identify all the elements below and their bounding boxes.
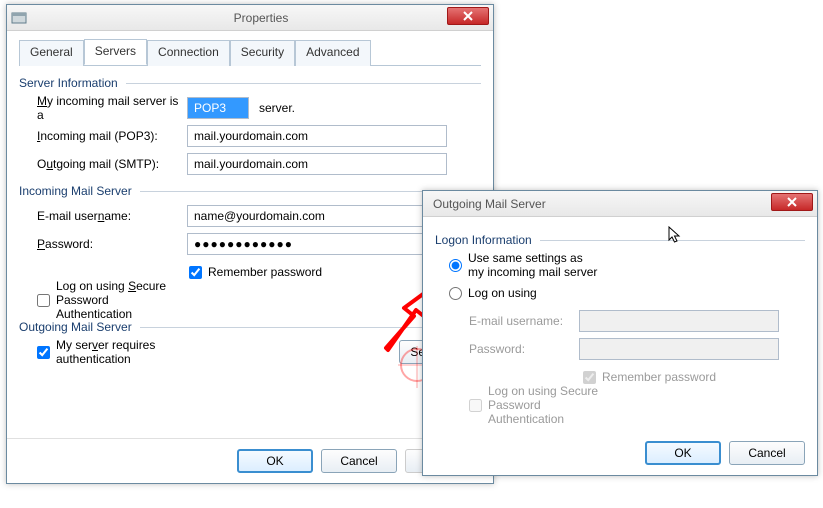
smtp-username-field [579,310,779,332]
spa-checkbox[interactable]: Log on using Secure Password Authenticat… [37,279,187,321]
auth-input[interactable] [37,346,50,359]
radio-same[interactable]: Use same settings as my incoming mail se… [449,251,599,279]
remember-password-checkbox[interactable]: Remember password [189,265,339,279]
username-label: E-mail username: [37,209,187,223]
smtp-dialog: Outgoing Mail Server Logon Information U… [422,190,818,476]
outgoing-field[interactable] [187,153,447,175]
smtp-spa-checkbox: Log on using Secure Password Authenticat… [469,384,619,426]
tab-strip: General Servers Connection Security Adva… [19,39,481,66]
incoming-type-suffix: server. [259,101,295,115]
tab-general[interactable]: General [19,40,84,66]
smtp-title: Outgoing Mail Server [427,197,813,211]
incoming-type-field[interactable] [187,97,249,119]
radio-logon-input[interactable] [449,287,462,300]
incoming-field[interactable] [187,125,447,147]
username-field[interactable] [187,205,447,227]
outgoing-label: Outgoing mail (SMTP): [37,157,187,171]
smtp-cancel-button[interactable]: Cancel [729,441,805,465]
close-icon [787,197,797,207]
properties-buttons: OK Cancel Apply [7,438,493,483]
smtp-close-button[interactable] [771,193,813,211]
smtp-remember-input [583,371,596,384]
smtp-remember-checkbox: Remember password [583,370,733,384]
smtp-buttons: OK Cancel [423,431,817,475]
smtp-password-label: Password: [469,342,579,356]
section-server-info-label: Server Information [19,76,118,90]
tab-connection[interactable]: Connection [147,40,230,66]
tab-servers[interactable]: Servers [84,39,147,65]
section-server-info: Server Information [19,76,481,90]
smtp-spa-input [469,399,482,412]
cancel-button[interactable]: Cancel [321,449,397,473]
smtp-remember-label: Remember password [602,370,716,384]
properties-titlebar[interactable]: Properties [7,5,493,31]
radio-same-input[interactable] [449,259,462,272]
section-outgoing-label: Outgoing Mail Server [19,320,132,334]
section-incoming-label: Incoming Mail Server [19,184,132,198]
incoming-type-label: MMy incoming mail server is ay incoming … [37,94,187,122]
auth-label: My server requires authentication [56,338,187,366]
smtp-spa-label: Log on using Secure Password Authenticat… [488,384,619,426]
tab-advanced[interactable]: Advanced [295,40,370,66]
spa-input[interactable] [37,294,50,307]
password-label: Password: [37,237,187,251]
section-outgoing: Outgoing Mail Server [19,320,481,334]
smtp-password-field [579,338,779,360]
radio-logon-label: Log on using [468,286,537,300]
ok-button[interactable]: OK [237,449,313,473]
smtp-logon-label: Logon Information [435,233,532,247]
radio-logon[interactable]: Log on using [449,286,599,300]
close-button[interactable] [447,7,489,25]
incoming-label: Incoming mail (POP3): [37,129,187,143]
tab-security[interactable]: Security [230,40,295,66]
remember-password-input[interactable] [189,266,202,279]
app-icon [11,10,27,26]
section-incoming: Incoming Mail Server [19,184,481,198]
radio-same-label: Use same settings as my incoming mail se… [468,251,599,279]
properties-dialog: Properties General Servers Connection Se… [6,4,494,484]
spa-label: Log on using Secure Password Authenticat… [56,279,187,321]
close-icon [463,11,473,21]
properties-title: Properties [33,11,489,25]
password-field[interactable] [187,233,447,255]
remember-password-label: Remember password [208,265,322,279]
smtp-logon-heading: Logon Information [435,233,805,247]
smtp-titlebar[interactable]: Outgoing Mail Server [423,191,817,217]
smtp-username-label: E-mail username: [469,314,579,328]
smtp-ok-button[interactable]: OK [645,441,721,465]
auth-checkbox[interactable]: My server requires authentication [37,338,187,366]
